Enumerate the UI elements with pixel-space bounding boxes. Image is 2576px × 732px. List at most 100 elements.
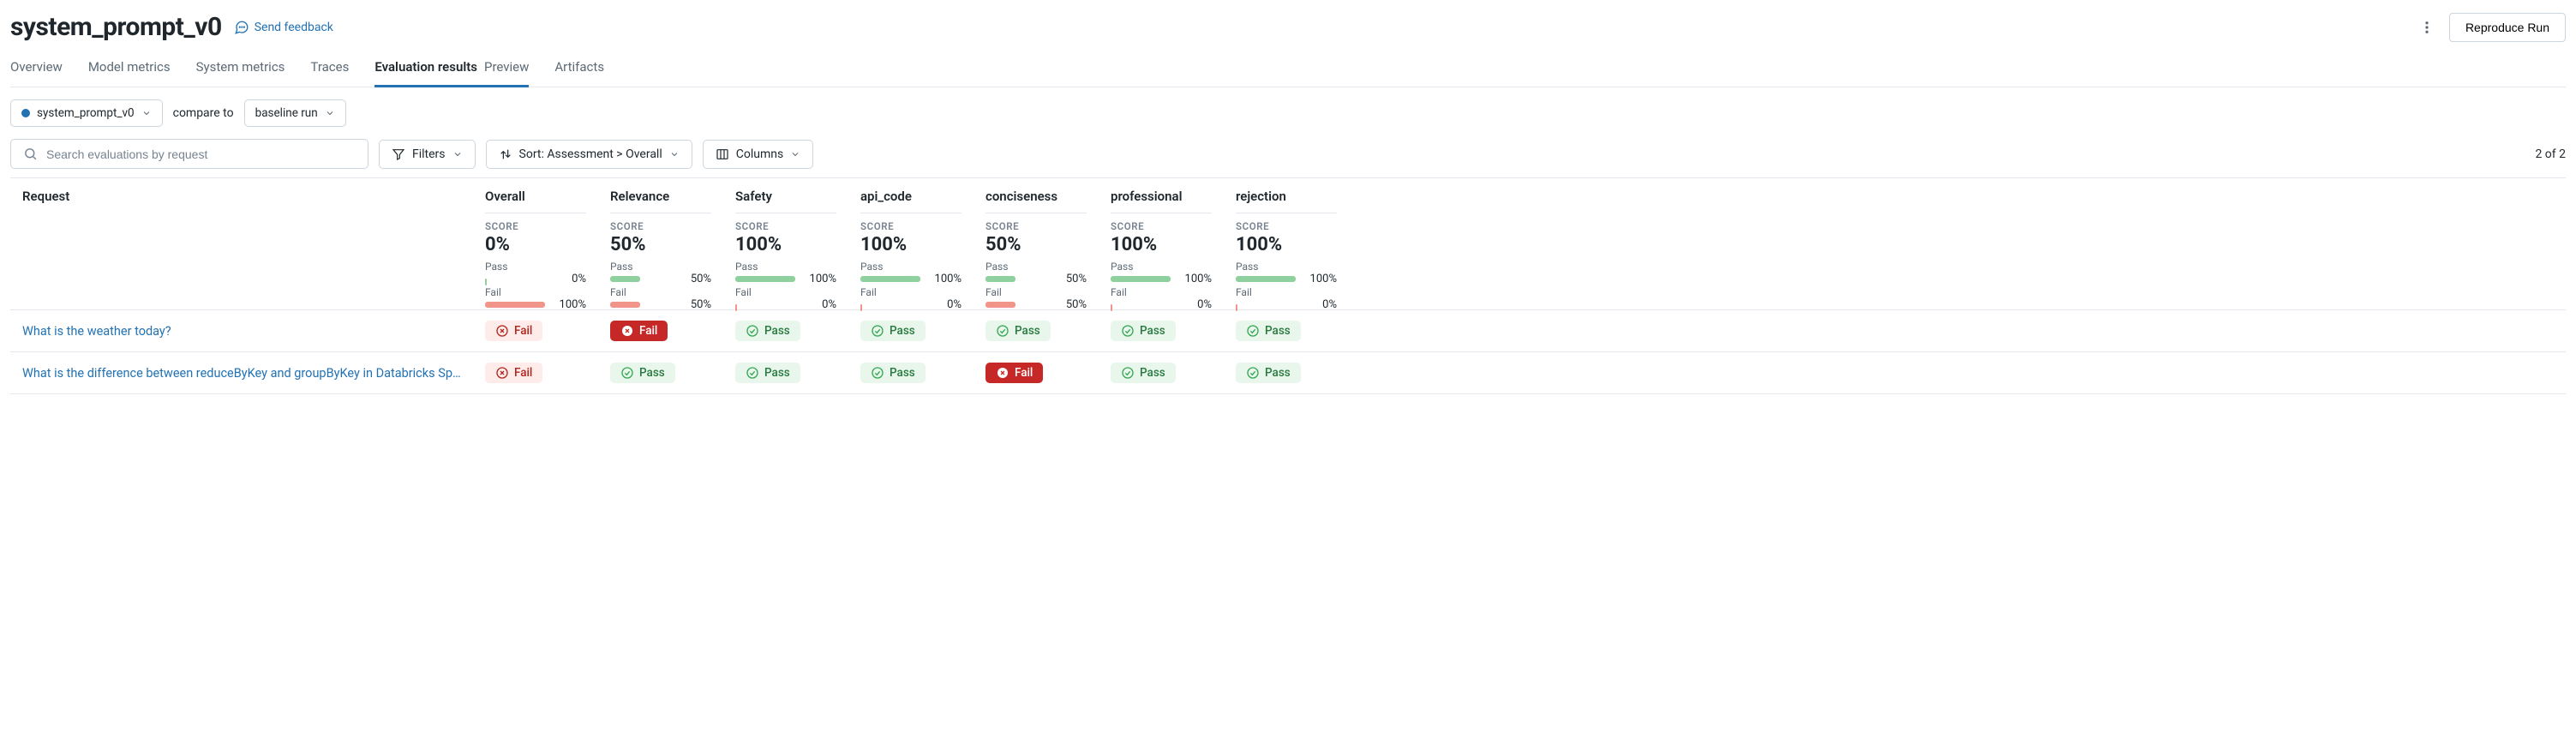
tab-overview[interactable]: Overview — [10, 51, 63, 87]
score-label: SCORE — [860, 220, 962, 232]
pass-chip: Pass — [735, 363, 800, 383]
chevron-down-icon — [325, 108, 335, 118]
score-value: 100% — [860, 234, 962, 255]
tab-system-metrics[interactable]: System metrics — [196, 51, 285, 87]
columns-button[interactable]: Columns — [703, 140, 813, 169]
filters-button[interactable]: Filters — [379, 140, 476, 169]
pass-chip: Pass — [1236, 321, 1301, 341]
columns-label: Columns — [736, 147, 783, 161]
tab-model-metrics[interactable]: Model metrics — [88, 51, 171, 87]
check-circle-icon — [871, 324, 884, 338]
score-label: SCORE — [610, 220, 711, 232]
score-value: 50% — [610, 234, 711, 255]
pass-chip: Pass — [985, 321, 1051, 341]
metric-name: conciseness — [985, 178, 1087, 213]
pass-bar — [485, 276, 545, 282]
tab-label: Model metrics — [88, 59, 171, 75]
x-circle-icon — [495, 366, 509, 380]
pass-label: Pass — [860, 261, 962, 273]
tab-evaluation-results[interactable]: Evaluation resultsPreview — [374, 51, 529, 87]
pass-chip: Pass — [860, 321, 926, 341]
request-link[interactable]: What is the weather today? — [22, 324, 171, 339]
tab-traces[interactable]: Traces — [310, 51, 349, 87]
check-circle-icon — [1121, 324, 1135, 338]
chip-label: Pass — [1265, 366, 1291, 380]
search-input[interactable] — [46, 147, 356, 161]
score-value: 100% — [1111, 234, 1212, 255]
pass-label: Pass — [610, 261, 711, 273]
fail-label: Fail — [1236, 286, 1337, 298]
metric-name: professional — [1111, 178, 1212, 213]
check-circle-icon — [620, 366, 634, 380]
fail-chip: Fail — [485, 321, 542, 341]
fail-percent: 0% — [1303, 298, 1337, 311]
column-header-professional: professionalSCORE100%Pass100%Fail0% — [1099, 178, 1224, 309]
tab-label: Artifacts — [554, 59, 604, 75]
fail-label: Fail — [610, 286, 711, 298]
search-input-wrapper[interactable] — [10, 139, 368, 169]
column-header-rejection: rejectionSCORE100%Pass100%Fail0% — [1224, 178, 1349, 309]
columns-icon — [716, 147, 729, 161]
run-selector[interactable]: system_prompt_v0 — [10, 99, 163, 127]
fail-percent: 0% — [927, 298, 962, 311]
more-actions-button[interactable] — [2413, 14, 2441, 41]
column-header-relevance: RelevanceSCORE50%Pass50%Fail50% — [598, 178, 723, 309]
pass-percent: 0% — [552, 273, 586, 285]
fail-percent: 50% — [677, 298, 711, 311]
check-circle-icon — [746, 324, 759, 338]
pass-label: Pass — [985, 261, 1087, 273]
chip-label: Fail — [514, 366, 532, 380]
column-header-conciseness: concisenessSCORE50%Pass50%Fail50% — [973, 178, 1099, 309]
metric-name: api_code — [860, 178, 962, 213]
chevron-down-icon — [141, 108, 152, 118]
score-label: SCORE — [485, 220, 586, 232]
pass-label: Pass — [1111, 261, 1212, 273]
fail-label: Fail — [985, 286, 1087, 298]
fail-label: Fail — [860, 286, 962, 298]
chip-label: Pass — [890, 366, 915, 380]
pass-chip: Pass — [735, 321, 800, 341]
pass-bar — [1236, 276, 1296, 282]
reproduce-run-button[interactable]: Reproduce Run — [2449, 13, 2566, 42]
baseline-selector[interactable]: baseline run — [244, 99, 346, 127]
chat-icon — [234, 20, 249, 35]
sort-button[interactable]: Sort: Assessment > Overall — [486, 140, 692, 169]
tab-artifacts[interactable]: Artifacts — [554, 51, 604, 87]
check-circle-icon — [871, 366, 884, 380]
page-title: system_prompt_v0 — [10, 12, 222, 42]
send-feedback-label: Send feedback — [255, 21, 333, 34]
fail-bar — [610, 302, 670, 308]
send-feedback-link[interactable]: Send feedback — [234, 20, 333, 35]
metric-name: Overall — [485, 178, 586, 213]
fail-percent: 0% — [1177, 298, 1212, 311]
score-value: 100% — [1236, 234, 1337, 255]
fail-bar — [860, 302, 920, 308]
pass-label: Pass — [1236, 261, 1337, 273]
tab-label: System metrics — [196, 59, 285, 75]
chip-label: Pass — [1140, 366, 1165, 380]
evaluation-table: RequestOverallSCORE0%Pass0%Fail100%Relev… — [10, 177, 2566, 394]
score-value: 100% — [735, 234, 836, 255]
filter-icon — [392, 147, 405, 161]
pass-percent: 50% — [677, 273, 711, 285]
pass-percent: 100% — [802, 273, 836, 285]
column-header-api_code: api_codeSCORE100%Pass100%Fail0% — [848, 178, 973, 309]
column-header-request: Request — [10, 178, 473, 309]
tab-label: Traces — [310, 59, 349, 75]
pass-chip: Pass — [860, 363, 926, 383]
score-label: SCORE — [1236, 220, 1337, 232]
fail-percent: 100% — [552, 298, 586, 311]
column-header-overall: OverallSCORE0%Pass0%Fail100% — [473, 178, 598, 309]
metric-name: Safety — [735, 178, 836, 213]
fail-chip: Fail — [485, 363, 542, 383]
search-icon — [23, 147, 38, 161]
pass-label: Pass — [735, 261, 836, 273]
compare-to-label: compare to — [173, 106, 234, 120]
tab-label: Evaluation results — [374, 59, 477, 75]
check-circle-icon — [996, 324, 1009, 338]
request-link[interactable]: What is the difference between reduceByK… — [22, 366, 461, 381]
pass-bar — [610, 276, 670, 282]
baseline-label: baseline run — [255, 106, 318, 120]
pass-bar — [860, 276, 920, 282]
chip-label: Pass — [890, 324, 915, 338]
